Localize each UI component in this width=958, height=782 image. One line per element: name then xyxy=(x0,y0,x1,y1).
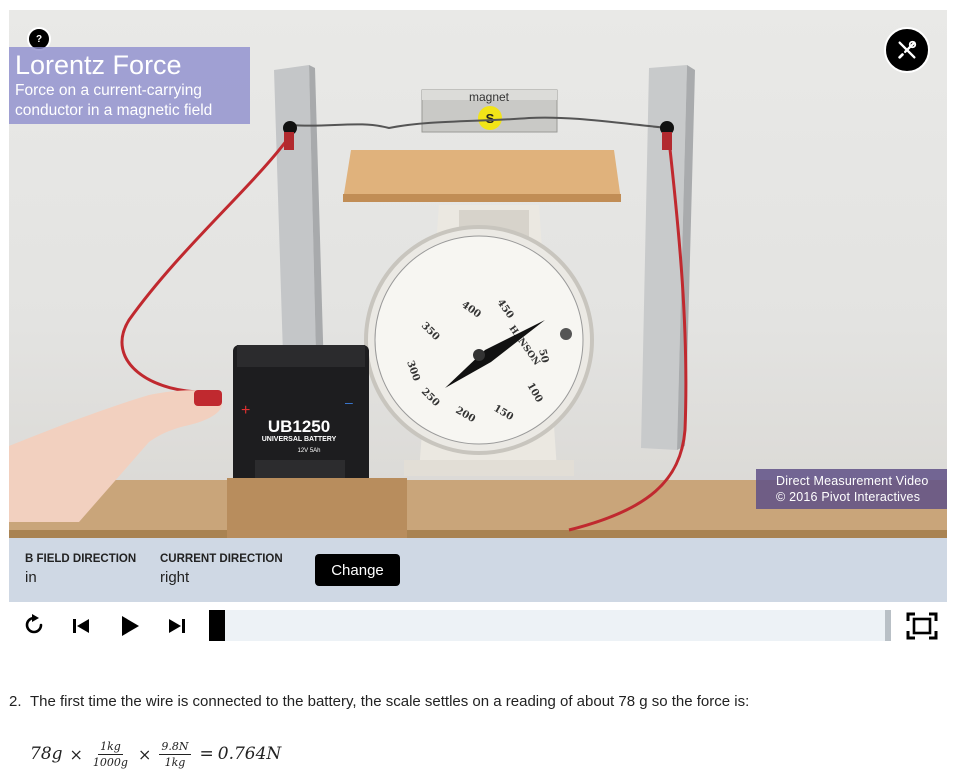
equals-sign: = xyxy=(199,744,214,764)
equation-result: 0.764N xyxy=(217,744,282,764)
replay-button[interactable] xyxy=(21,612,47,638)
b-field-value: in xyxy=(25,569,37,586)
b-field-label: B FIELD DIRECTION xyxy=(25,553,137,565)
equation-mass: 78g xyxy=(30,744,63,764)
play-icon xyxy=(122,616,139,636)
force-equation: 78g × 1kg 1000g × 9.8N 1kg = 0.764N xyxy=(30,736,281,772)
question-number: 2. xyxy=(9,693,22,710)
svg-text:S: S xyxy=(486,111,495,126)
fraction-kg-per-g: 1kg 1000g xyxy=(92,739,128,769)
change-button[interactable]: Change xyxy=(315,554,400,586)
play-button[interactable] xyxy=(115,612,143,640)
timeline-scrubber[interactable] xyxy=(209,610,225,641)
svg-text:UNIVERSAL BATTERY: UNIVERSAL BATTERY xyxy=(262,436,337,443)
replay-icon xyxy=(25,614,43,634)
battery-brand: UB1250 xyxy=(268,417,330,436)
direction-controls: B FIELD DIRECTION in CURRENT DIRECTION r… xyxy=(9,538,947,602)
table-edge xyxy=(9,530,947,538)
times-sign-1: × xyxy=(69,744,83,764)
help-icon: ? xyxy=(35,33,43,45)
skip-to-start-icon xyxy=(73,619,89,633)
svg-text:+: + xyxy=(241,402,250,419)
magnet-label: magnet xyxy=(469,90,510,104)
video-credit: Direct Measurement Video © 2016 Pivot In… xyxy=(756,469,947,509)
tools-button[interactable] xyxy=(884,27,930,73)
svg-text:–: – xyxy=(345,394,353,410)
video-timeline[interactable] xyxy=(209,610,891,641)
step-forward-button[interactable] xyxy=(165,614,189,638)
fullscreen-button[interactable] xyxy=(905,610,939,642)
tools-icon xyxy=(898,40,917,59)
timeline-end xyxy=(885,610,891,641)
svg-text:12V 5Ah: 12V 5Ah xyxy=(297,448,320,454)
video-title: Lorentz Force xyxy=(15,50,182,80)
times-sign-2: × xyxy=(137,744,152,764)
fullscreen-icon xyxy=(906,612,938,640)
video-subtitle-line2: conductor in a magnetic field xyxy=(15,102,213,119)
current-direction-label: CURRENT DIRECTION xyxy=(160,553,283,565)
question-text: 2. The first time the wire is connected t… xyxy=(9,693,749,710)
video-title-overlay: Lorentz Force Force on a current-carryin… xyxy=(9,47,250,124)
video-player-controls xyxy=(9,602,947,650)
wood-platform xyxy=(343,150,621,200)
video-subtitle-line1: Force on a current-carrying xyxy=(15,82,202,99)
skip-to-start-button[interactable] xyxy=(69,614,93,638)
step-forward-icon xyxy=(169,619,185,633)
experiment-video[interactable]: magnet S 400 450 50 100 150 200 250 300 … xyxy=(9,10,947,538)
current-direction-value: right xyxy=(160,569,190,586)
fraction-n-per-kg: 9.8N 1kg xyxy=(159,739,191,769)
question-body: The first time the wire is connected to … xyxy=(30,693,750,710)
